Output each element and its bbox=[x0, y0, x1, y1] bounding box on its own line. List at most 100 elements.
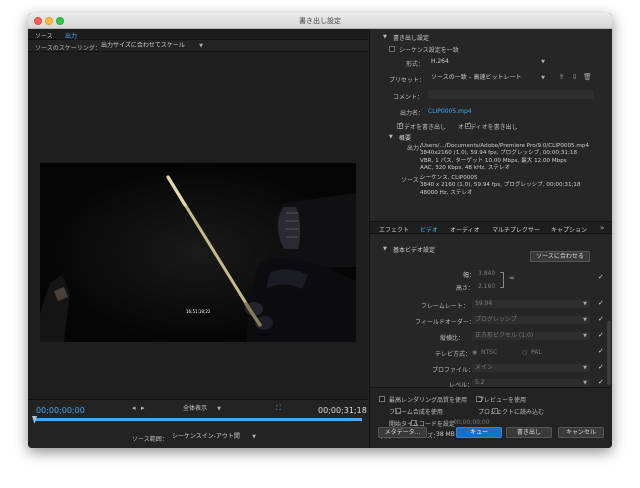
tab-source[interactable]: ソース bbox=[35, 31, 53, 40]
import-project-label: プロジェクトに読み込む bbox=[478, 409, 545, 416]
collapse-triangle-icon[interactable]: ▼ bbox=[383, 34, 387, 40]
preview-panel: ソース 出力 ソースのスケーリング： 出力サイズに合わせてスケール ▼ 16;5… bbox=[28, 29, 368, 448]
width-value[interactable]: 3,840 bbox=[478, 270, 495, 277]
source-range-value: シーケンスイン-アウト間 bbox=[172, 433, 240, 440]
source-range-label: ソース範囲： bbox=[132, 436, 168, 443]
tab-video[interactable]: ビデオ bbox=[420, 225, 438, 234]
overlay-timecode: 16;51;18;22 bbox=[186, 309, 211, 314]
chevron-down-icon: ▼ bbox=[583, 380, 587, 386]
mark-out-icon[interactable]: ▸ bbox=[141, 404, 145, 412]
export-settings-window: 書き出し設定 ソース 出力 ソースのスケーリング： 出力サイズに合わせてスケール… bbox=[28, 13, 612, 448]
comment-label: コメント： bbox=[393, 94, 424, 101]
save-preset-icon[interactable]: ⇪ bbox=[557, 73, 566, 82]
queue-button[interactable]: キュー bbox=[456, 427, 502, 438]
field-order-label: フィールドオーダー： bbox=[415, 319, 475, 326]
preset-value: ソースの一致 – 高速ビットレート bbox=[431, 74, 522, 81]
file-size-value: 38 MB bbox=[436, 431, 455, 438]
tv-standard-checkbox[interactable]: ✓ bbox=[598, 347, 604, 355]
chevron-down-icon: ▼ bbox=[583, 301, 587, 307]
scaling-row: ソースのスケーリング： 出力サイズに合わせてスケール ▼ bbox=[28, 40, 368, 52]
frame-rate-dropdown[interactable]: 59.94 ▼ bbox=[472, 300, 590, 308]
end-timecode: 00;00;31;18 bbox=[318, 406, 367, 415]
output-name-link[interactable]: CLIP0005.mp4 bbox=[428, 108, 472, 115]
pal-radio[interactable]: ○ bbox=[522, 349, 527, 356]
settings-scrollbar[interactable] bbox=[607, 321, 611, 385]
chevron-down-icon: ▼ bbox=[252, 434, 256, 440]
current-timecode[interactable]: 00;00;00;00 bbox=[36, 406, 85, 415]
chevron-down-icon: ▼ bbox=[541, 75, 545, 81]
profile-checkbox[interactable]: ✓ bbox=[598, 363, 604, 371]
collapse-triangle-icon[interactable]: ▼ bbox=[389, 134, 393, 140]
use-preview-label: プレビューを使用 bbox=[478, 397, 527, 404]
timeline-track[interactable] bbox=[34, 418, 362, 421]
field-order-checkbox[interactable]: ✓ bbox=[598, 315, 604, 323]
aspect-dropdown[interactable]: 正方形ピクセル (1.0) ▼ bbox=[472, 332, 590, 340]
pal-label: PAL bbox=[531, 349, 542, 356]
max-render-checkbox[interactable] bbox=[379, 395, 385, 402]
link-bracket bbox=[500, 272, 504, 288]
height-value[interactable]: 2,160 bbox=[478, 283, 495, 290]
aspect-label: 縦横比： bbox=[440, 335, 465, 342]
tab-multiplexer[interactable]: マルチプレクサー bbox=[492, 225, 540, 234]
chevron-down-icon: ▼ bbox=[217, 406, 221, 412]
chevron-down-icon: ▼ bbox=[583, 317, 587, 323]
bottom-options: 最高レンダリング品質を使用 プレビューを使用 フレーム合成を使用 プロジェクトに… bbox=[370, 387, 612, 448]
kendo-scene-image: 16;51;18;22 bbox=[40, 163, 356, 342]
cancel-button[interactable]: キャンセル bbox=[558, 427, 604, 438]
zoom-dropdown[interactable]: 全体表示 ▼ bbox=[180, 405, 224, 413]
override-checkbox-size[interactable]: ✓ bbox=[598, 273, 604, 281]
mark-in-icon[interactable]: ◂ bbox=[132, 404, 136, 412]
preset-label: プリセット： bbox=[389, 77, 426, 84]
profile-dropdown[interactable]: メイン ▼ bbox=[472, 364, 590, 372]
match-sequence-checkbox[interactable] bbox=[389, 45, 395, 52]
height-label: 高さ： bbox=[456, 285, 475, 292]
summary-title: 概要 bbox=[399, 135, 412, 142]
tv-standard-label: テレビ方式： bbox=[435, 351, 472, 358]
comment-input[interactable] bbox=[428, 90, 594, 99]
zoom-value: 全体表示 bbox=[183, 405, 208, 412]
tab-output[interactable]: 出力 bbox=[65, 31, 77, 40]
level-checkbox[interactable]: ✓ bbox=[598, 378, 604, 386]
settings-panel: ▼ 書き出し設定 シーケンス設定を一致 形式： H.264 ▼ プリセット： ソ… bbox=[369, 29, 612, 448]
max-render-label: 最高レンダリング品質を使用 bbox=[389, 397, 468, 404]
preset-dropdown[interactable]: ソースの一致 – 高速ビットレート ▼ bbox=[428, 74, 548, 82]
video-preview-area: 16;51;18;22 bbox=[28, 53, 368, 423]
export-button[interactable]: 書き出し bbox=[506, 427, 552, 438]
collapse-triangle-icon[interactable]: ▼ bbox=[383, 246, 387, 252]
scaling-dropdown[interactable]: 出力サイズに合わせてスケール ▼ bbox=[98, 42, 206, 50]
start-timecode-value[interactable]: 00;00;00;00 bbox=[453, 419, 490, 426]
aspect-checkbox[interactable]: ✓ bbox=[598, 331, 604, 339]
field-order-dropdown[interactable]: プログレッシブ ▼ bbox=[472, 316, 590, 324]
tab-captions[interactable]: キャプション bbox=[551, 225, 587, 234]
scaling-value: 出力サイズに合わせてスケール bbox=[101, 42, 185, 49]
crop-icon[interactable]: ⛶ bbox=[276, 404, 281, 413]
export-audio-label: オーディオを書き出し bbox=[458, 124, 518, 131]
output-name-label: 出力名： bbox=[400, 110, 425, 117]
ntsc-radio[interactable]: ◉ bbox=[472, 349, 477, 356]
timeline-bar: 00;00;00;00 ◂ ▸ 全体表示 ▼ ⛶ 00;00;31;18 ソース… bbox=[28, 399, 368, 448]
match-source-button[interactable]: ソースに合わせる bbox=[530, 251, 590, 262]
more-tabs-icon[interactable]: » bbox=[600, 224, 604, 232]
delete-preset-icon[interactable]: 🗑 bbox=[583, 73, 592, 82]
format-value: H.264 bbox=[431, 58, 449, 65]
chevron-down-icon: ▼ bbox=[583, 365, 587, 371]
chain-link-icon[interactable]: ∞ bbox=[509, 274, 515, 282]
import-preset-icon[interactable]: ⇩ bbox=[570, 73, 579, 82]
format-dropdown[interactable]: H.264 ▼ bbox=[428, 58, 548, 66]
tab-effects[interactable]: エフェクト bbox=[379, 225, 409, 234]
level-dropdown[interactable]: 5.2 ▼ bbox=[472, 379, 590, 387]
ntsc-label: NTSC bbox=[481, 349, 498, 356]
frame-blend-label: フレーム合成を使用 bbox=[389, 409, 443, 416]
format-label: 形式： bbox=[406, 61, 425, 68]
summary-source-text: シーケンス, CLIP0005 3840 x 2160 (1.0), 59.94… bbox=[420, 175, 581, 196]
video-section-title: 基本ビデオ設定 bbox=[393, 247, 436, 254]
tab-audio[interactable]: オーディオ bbox=[450, 225, 480, 234]
video-frame: 16;51;18;22 bbox=[40, 163, 356, 342]
profile-label: プロファイル： bbox=[432, 367, 475, 374]
metadata-button-visible[interactable]: メタデータ... bbox=[378, 427, 427, 438]
chevron-down-icon: ▼ bbox=[541, 59, 545, 65]
frame-rate-checkbox[interactable]: ✓ bbox=[598, 299, 604, 307]
source-range-dropdown[interactable]: シーケンスイン-アウト間 ▼ bbox=[169, 433, 259, 441]
source-output-tabs: ソース 出力 bbox=[28, 29, 368, 40]
export-section-title: 書き出し設定 bbox=[393, 35, 430, 42]
